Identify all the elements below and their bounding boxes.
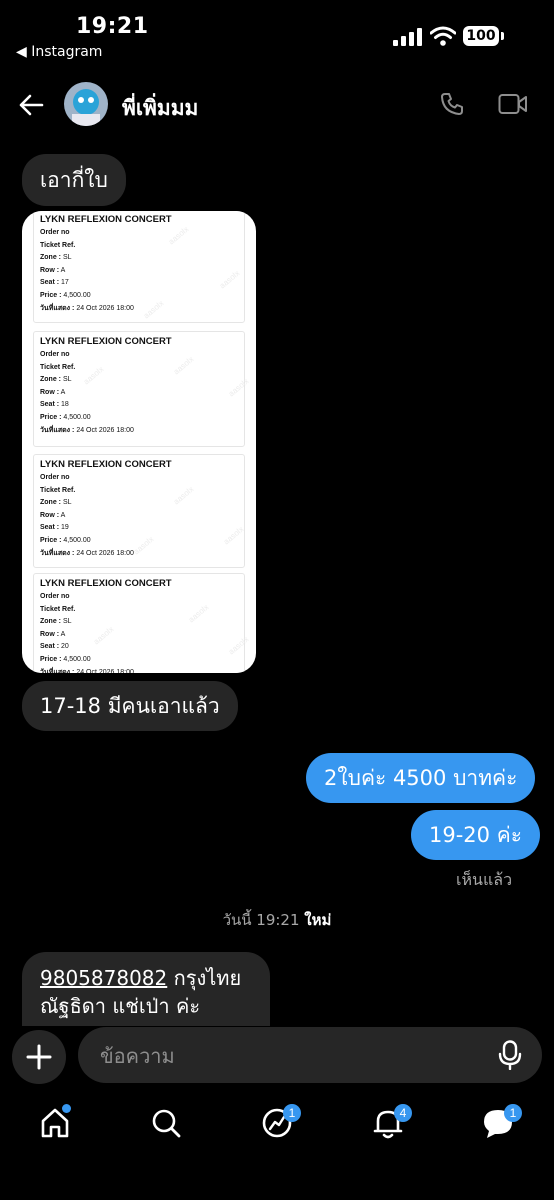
messages-badge: 1 — [283, 1104, 301, 1122]
seat-value: 17 — [61, 279, 69, 287]
nav-search[interactable] — [149, 1106, 183, 1140]
ticket-screenshot-image[interactable]: LYKN REFLEXION CONCERT Order no Ticket R… — [22, 211, 256, 673]
price-value: 4,500.00 — [63, 655, 91, 663]
seat-label: Seat : — [40, 279, 60, 287]
date-value: 24 Oct 2026 18:00 — [76, 426, 134, 434]
row-label: Row : — [40, 388, 60, 396]
seat-label: Seat : — [40, 643, 60, 651]
date-label: วันที่แสดง : — [40, 549, 75, 557]
date-value: 24 Oct 2026 18:00 — [76, 304, 134, 312]
order-label: Order no — [40, 474, 70, 481]
order-label: Order no — [40, 229, 70, 236]
zone-value: SL — [62, 376, 72, 384]
price-label: Price : — [40, 291, 62, 299]
date-label: วันที่แสดง : — [40, 304, 75, 312]
plus-icon — [26, 1044, 52, 1070]
price-value: 4,500.00 — [63, 291, 91, 299]
date-label: วันที่แสดง : — [40, 668, 75, 673]
new-label: ใหม่ — [304, 911, 332, 929]
order-label: Order no — [40, 593, 70, 600]
contact-name[interactable]: พี่เพิ่มมม — [122, 92, 198, 125]
incoming-message[interactable]: เอากี่ใบ — [22, 154, 126, 206]
ref-label: Ticket Ref. — [40, 605, 76, 613]
ticket-card: LYKN REFLEXION CONCERT Order no Ticket R… — [33, 211, 245, 323]
add-media-button[interactable] — [12, 1030, 66, 1084]
ticket-title: LYKN REFLEXION CONCERT — [40, 214, 172, 225]
date-label: วันที่แสดง : — [40, 426, 75, 434]
video-call-icon[interactable] — [498, 92, 528, 116]
outgoing-message[interactable]: 19-20 ค่ะ — [411, 810, 541, 860]
ref-label: Ticket Ref. — [40, 486, 76, 494]
price-value: 4,500.00 — [63, 413, 91, 421]
row-value: A — [60, 266, 66, 274]
cellular-signal-icon — [393, 28, 422, 46]
message-composer — [78, 1027, 542, 1085]
seat-label: Seat : — [40, 524, 60, 532]
notifications-badge: 4 — [394, 1104, 412, 1122]
zone-label: Zone : — [40, 376, 61, 384]
seat-value: 18 — [61, 401, 69, 409]
message-timestamp: วันนี้ 19:21 ใหม่ — [0, 908, 554, 932]
battery-icon: 100 — [463, 26, 505, 48]
price-label: Price : — [40, 536, 62, 544]
zone-label: Zone : — [40, 254, 61, 262]
zone-value: SL — [62, 499, 72, 507]
ticket-title: LYKN REFLEXION CONCERT — [40, 459, 172, 470]
seen-status: เห็นแล้ว — [456, 870, 513, 889]
account-holder-name: ณัฐธิดา แช่เป่า ค่ะ — [40, 994, 201, 1018]
battery-level: 100 — [463, 26, 499, 46]
back-to-app-link[interactable]: ◀ Instagram — [16, 44, 102, 60]
price-label: Price : — [40, 655, 62, 663]
row-label: Row : — [40, 511, 60, 519]
ticket-card: LYKN REFLEXION CONCERT Order no Ticket R… — [33, 573, 245, 673]
ticket-card: LYKN REFLEXION CONCERT Order no Ticket R… — [33, 331, 245, 447]
status-time: 19:21 — [76, 14, 149, 39]
ticket-title: LYKN REFLEXION CONCERT — [40, 578, 172, 589]
bank-name: กรุงไทย — [167, 966, 242, 990]
ref-label: Ticket Ref. — [40, 241, 76, 249]
row-value: A — [60, 630, 66, 638]
seat-label: Seat : — [40, 401, 60, 409]
row-value: A — [60, 388, 66, 396]
date-value: 24 Oct 2026 18:00 — [76, 549, 134, 557]
zone-label: Zone : — [40, 618, 61, 626]
row-label: Row : — [40, 630, 60, 638]
incoming-message[interactable]: 9805878082 กรุงไทย ณัฐธิดา แช่เป่า ค่ะ — [22, 952, 270, 1026]
account-number-link[interactable]: 9805878082 — [40, 966, 167, 990]
contact-avatar[interactable] — [64, 82, 108, 126]
home-notification-dot — [62, 1104, 71, 1113]
back-arrow-icon[interactable] — [18, 92, 44, 118]
wifi-icon — [430, 26, 456, 46]
message-input[interactable] — [98, 1027, 482, 1085]
price-value: 4,500.00 — [63, 536, 91, 544]
zone-value: SL — [62, 254, 72, 262]
seat-value: 19 — [61, 524, 69, 532]
timestamp-time: วันนี้ 19:21 — [222, 911, 300, 929]
zone-label: Zone : — [40, 499, 61, 507]
phone-icon[interactable] — [440, 92, 464, 116]
microphone-icon[interactable] — [498, 1040, 522, 1070]
incoming-message[interactable]: 17-18 มีคนเอาแล้ว — [22, 681, 238, 731]
date-value: 24 Oct 2026 18:00 — [76, 668, 134, 673]
search-icon — [152, 1109, 181, 1138]
order-label: Order no — [40, 351, 70, 358]
row-value: A — [60, 511, 66, 519]
seat-value: 20 — [61, 643, 69, 651]
zone-value: SL — [62, 618, 72, 626]
ticket-title: LYKN REFLEXION CONCERT — [40, 336, 172, 347]
price-label: Price : — [40, 413, 62, 421]
ref-label: Ticket Ref. — [40, 363, 76, 371]
row-label: Row : — [40, 266, 60, 274]
threads-badge: 1 — [504, 1104, 522, 1122]
outgoing-message[interactable]: 2ใบค่ะ 4500 บาทค่ะ — [306, 753, 536, 803]
